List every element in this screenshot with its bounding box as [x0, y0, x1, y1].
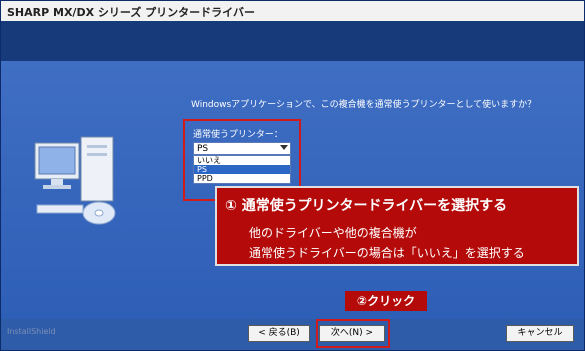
- callout-title: ① 通常使うプリンタードライバーを選択する: [225, 198, 508, 214]
- cancel-button[interactable]: キャンセル: [506, 325, 574, 342]
- question-text: Windowsアプリケーションで、この複合機を通常使うプリンターとして使いますか…: [191, 100, 537, 110]
- callout-click: ②クリック: [345, 291, 427, 311]
- installshield-label: InstallShield: [7, 327, 56, 336]
- option-ps[interactable]: PS: [194, 165, 290, 174]
- window-title: SHARP MX/DX シリーズ プリンタードライバー: [7, 6, 255, 19]
- callout-select-default-printer: ① 通常使うプリンタードライバーを選択する 他のドライバーや他の複合機が 通常使…: [215, 186, 579, 266]
- next-button-highlight: [316, 319, 390, 348]
- callout-line-2: 通常使うドライバーの場合は「いいえ」を選択する: [249, 246, 525, 260]
- option-ppd[interactable]: PPD: [194, 174, 290, 183]
- header-band: [1, 21, 584, 61]
- title-bar: SHARP MX/DX シリーズ プリンタードライバー: [1, 1, 584, 22]
- option-iie[interactable]: いいえ: [194, 156, 290, 165]
- dropdown-list: いいえ PS PPD: [193, 155, 291, 184]
- back-button[interactable]: < 戻る(B): [248, 325, 310, 342]
- default-printer-select[interactable]: PS: [193, 142, 291, 155]
- installer-window: SHARP MX/DX シリーズ プリンタードライバー Windowsアプリケー…: [0, 0, 585, 351]
- callout-line-1: 他のドライバーや他の複合機が: [249, 226, 417, 240]
- select-value: PS: [197, 144, 209, 154]
- chevron-down-icon[interactable]: [280, 145, 288, 150]
- computer-with-cd-icon: [34, 136, 116, 225]
